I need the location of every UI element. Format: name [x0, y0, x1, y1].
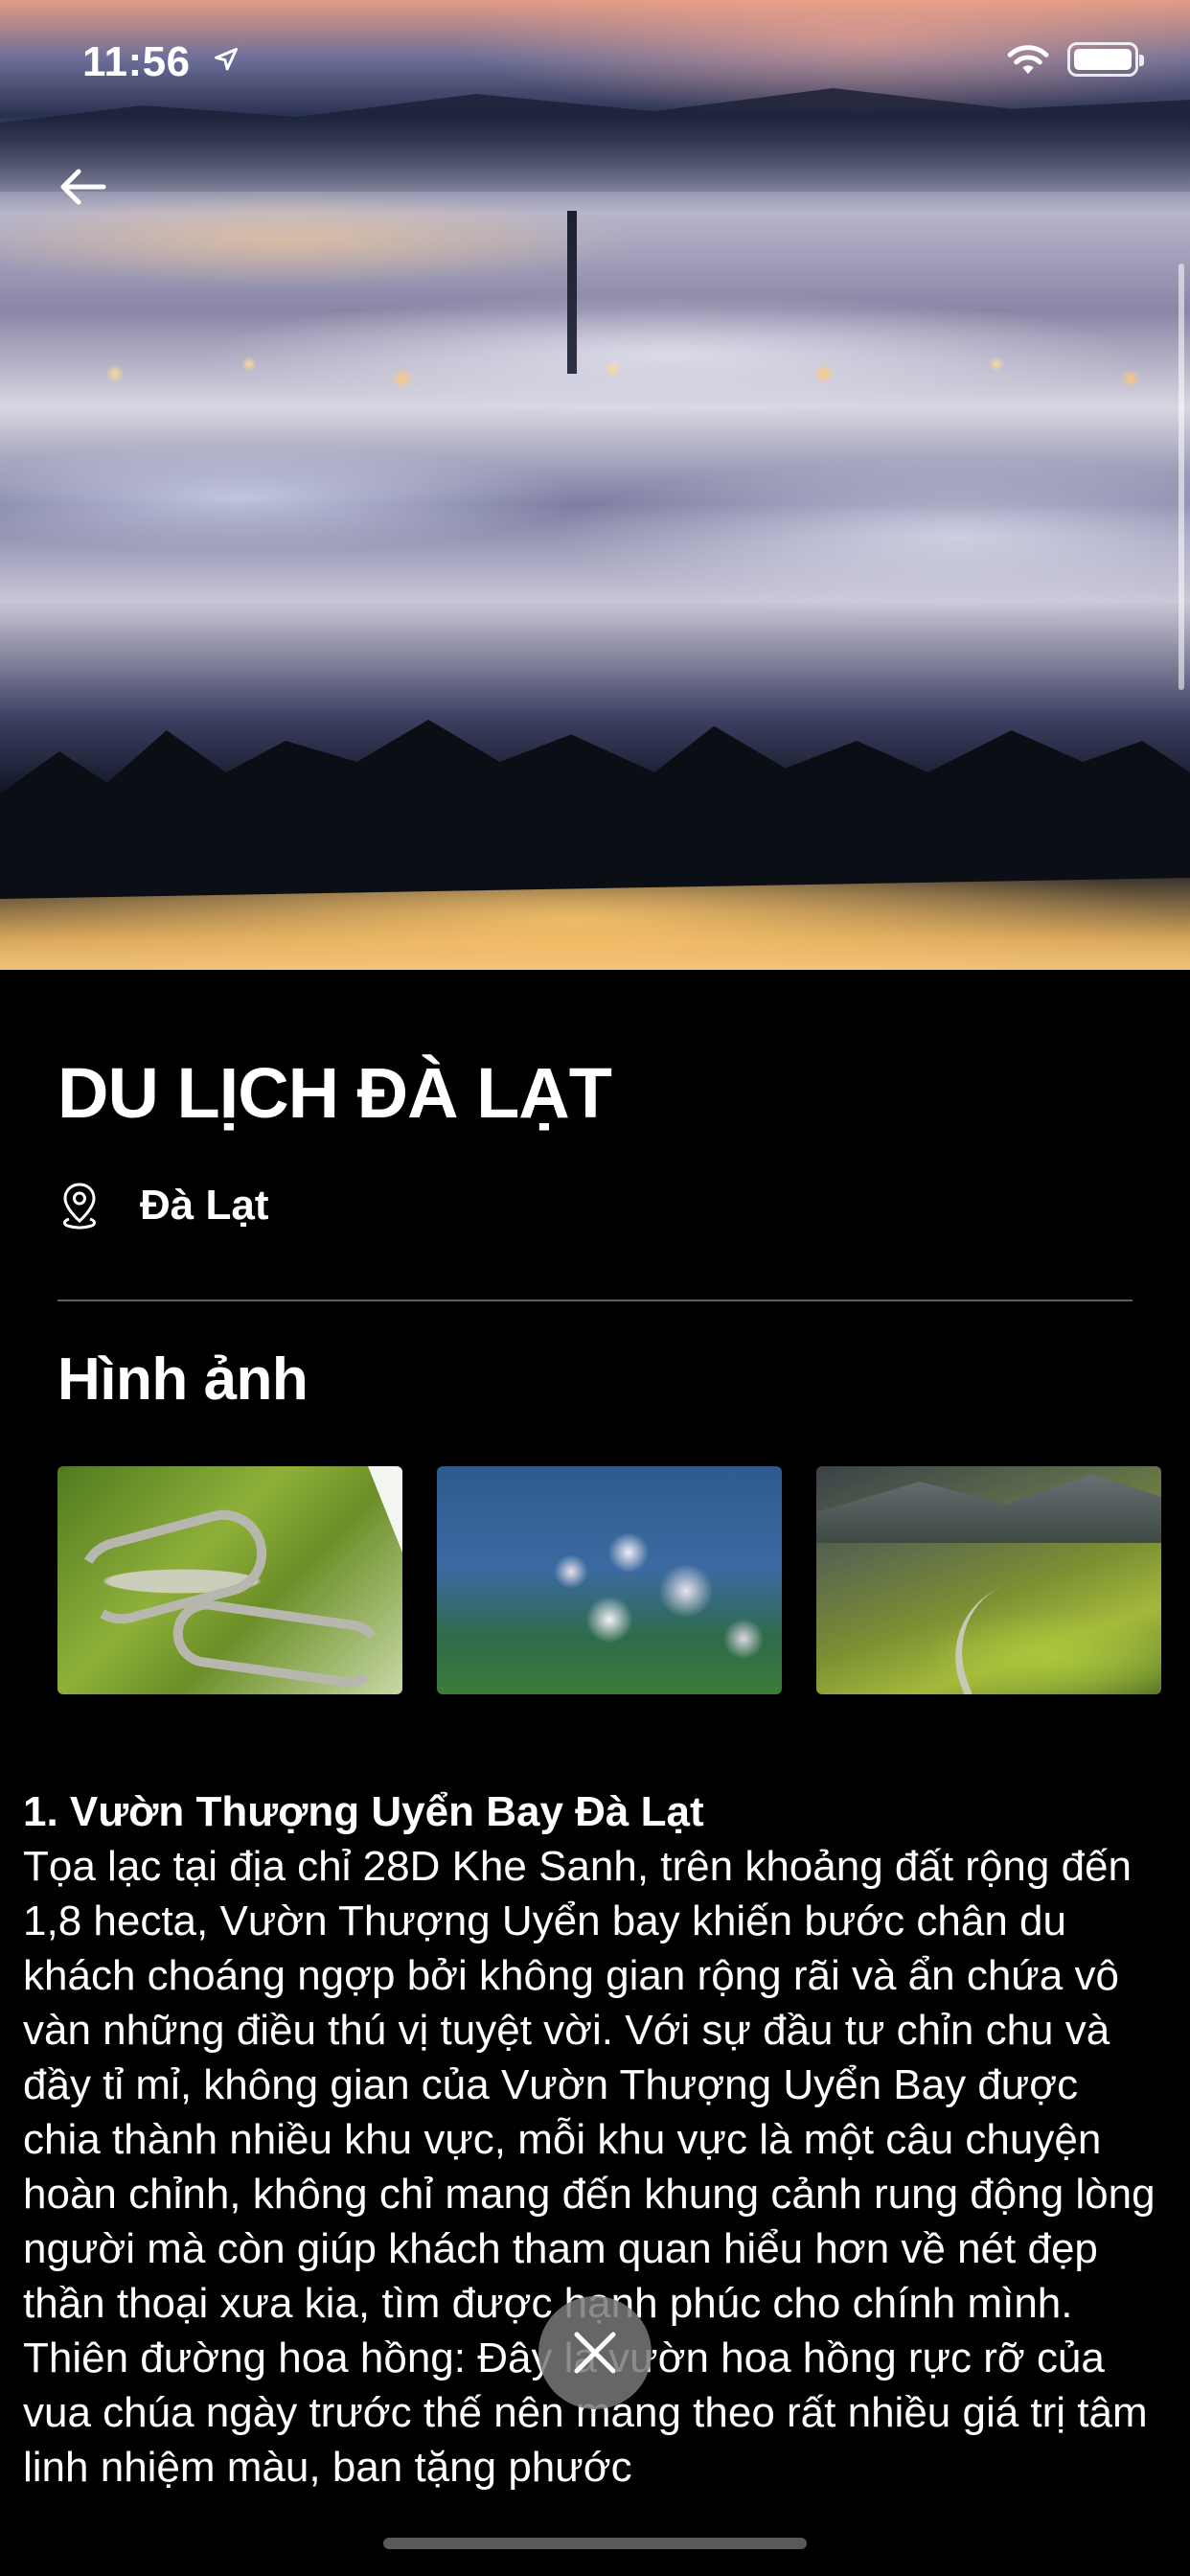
- hero-image: [0, 0, 1190, 970]
- status-time: 11:56: [82, 38, 191, 85]
- close-icon: [574, 2332, 616, 2374]
- photo-gallery[interactable]: [57, 1466, 1190, 1694]
- gallery-photo-mountain-road[interactable]: [57, 1466, 402, 1694]
- gallery-photo-blossom-tree[interactable]: [437, 1466, 782, 1694]
- mountain-ridge: [0, 88, 1190, 192]
- photo-ridge: [816, 1474, 1161, 1543]
- map-pin-icon: [63, 1183, 96, 1230]
- scroll-indicator[interactable]: [1179, 264, 1184, 690]
- photo-river: [933, 1558, 1121, 1694]
- photo-sky: [368, 1466, 402, 1552]
- article-heading: 1. Vườn Thượng Uyển Bay Đà Lạt: [23, 1788, 704, 1835]
- tree-silhouette: [0, 720, 1190, 899]
- wifi-icon: [1007, 45, 1049, 75]
- status-indicators: [1006, 42, 1144, 77]
- city-lights: [0, 345, 1190, 402]
- location-row: Đà Lạt: [57, 1181, 268, 1230]
- article-paragraph: Tọa lạc tại địa chỉ 28D Khe Sanh, trên k…: [23, 1843, 1156, 2327]
- arrow-left-icon[interactable]: [54, 163, 111, 211]
- close-button[interactable]: [538, 2296, 652, 2409]
- divider: [57, 1300, 1133, 1301]
- location-arrow-icon: [215, 48, 238, 71]
- battery-icon: [1067, 42, 1144, 77]
- location-label: Đà Lạt: [140, 1182, 269, 1229]
- photo-road: [169, 1596, 387, 1691]
- gallery-photo-rice-terraces[interactable]: [816, 1466, 1161, 1694]
- home-indicator[interactable]: [383, 2538, 807, 2549]
- page-title: DU LỊCH ĐÀ LẠT: [57, 1053, 612, 1133]
- gallery-title: Hình ảnh: [57, 1346, 309, 1413]
